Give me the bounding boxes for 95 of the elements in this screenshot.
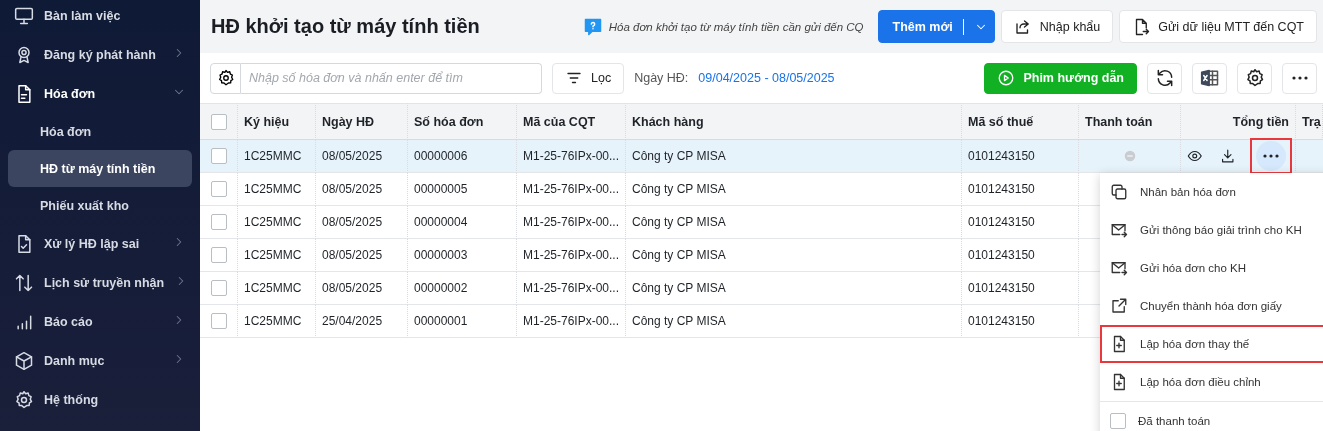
menu-item[interactable]: Chuyển thành hóa đơn giấy: [1100, 287, 1323, 325]
table-cell: M1-25-76IPx-00...: [523, 149, 620, 163]
table-cell: 00000004: [414, 215, 468, 229]
sidebar-item[interactable]: Hóa đơn: [8, 74, 192, 113]
more-icon: [1263, 154, 1279, 158]
table-cell: 1C25MMC: [244, 248, 302, 262]
settings-button[interactable]: [1237, 62, 1272, 94]
table-cell: M1-25-76IPx-00...: [523, 314, 620, 328]
refresh-button[interactable]: [1147, 62, 1182, 94]
page-title: HĐ khởi tạo từ máy tính tiền: [211, 15, 480, 38]
more-button[interactable]: [1282, 62, 1317, 94]
help-bubble-icon: [582, 16, 603, 37]
sidebar-item[interactable]: Danh mục: [8, 341, 192, 380]
table-cell: Công ty CP MISA: [632, 182, 726, 196]
table-cell: Công ty CP MISA: [632, 314, 726, 328]
send-data-button[interactable]: Gửi dữ liệu MTT đến CQT: [1119, 10, 1317, 43]
table-cell: 0101243150: [968, 215, 1035, 229]
menu-item[interactable]: Lập hóa đơn thay thế: [1100, 325, 1323, 363]
hint-text: Hóa đơn khởi tạo từ máy tính tiền cần gửi đến CQ: [608, 20, 864, 33]
table-cell: 08/05/2025: [322, 281, 383, 295]
sidebar-item[interactable]: Lịch sử truyền nhận: [8, 263, 192, 302]
checkbox[interactable]: [210, 247, 227, 263]
table-cell: 1C25MMC: [244, 281, 302, 295]
mail-icon: [1110, 259, 1128, 277]
menu-item[interactable]: Gửi thông báo giải trình cho KH: [1100, 211, 1323, 249]
table-cell: 00000003: [414, 248, 468, 262]
table-cell: M1-25-76IPx-00...: [523, 215, 620, 229]
settings-icon: [1244, 68, 1265, 88]
row-more-button[interactable]: [1252, 140, 1290, 172]
search-settings-button[interactable]: [210, 62, 241, 94]
table-cell: 1C25MMC: [244, 314, 302, 328]
table-cell: 0101243150: [968, 182, 1035, 196]
checkbox[interactable]: [210, 313, 227, 329]
table-cell: M1-25-76IPx-00...: [523, 248, 620, 262]
table-cell: M1-25-76IPx-00...: [523, 281, 620, 295]
table-cell: Công ty CP MISA: [632, 248, 726, 262]
table-cell: 00000002: [414, 281, 468, 295]
table-cell: 0101243150: [968, 248, 1035, 262]
table-row[interactable]: 1C25MMC 08/05/2025 00000006 M1-25-76IPx-00... Công ty CP MISA 0101243150: [200, 140, 1323, 173]
date-label: Ngày HĐ:: [634, 71, 689, 85]
copy-icon: [1110, 183, 1128, 201]
table-cell: 1C25MMC: [244, 149, 302, 163]
table-cell: 0101243150: [968, 281, 1035, 295]
menu-item[interactable]: Đã thanh toán: [1100, 401, 1323, 431]
checkbox[interactable]: [1110, 412, 1126, 429]
arrows-icon: [14, 272, 34, 293]
table-cell: Công ty CP MISA: [632, 281, 726, 295]
table-cell: 1C25MMC: [244, 215, 302, 229]
status-minus-icon: [1122, 149, 1137, 163]
date-range-link[interactable]: 09/04/2025 - 08/05/2025: [698, 71, 835, 85]
checkbox[interactable]: [210, 280, 227, 296]
sidebar-subitem[interactable]: Phiếu xuất kho: [8, 187, 192, 224]
search-field[interactable]: Nhập số hóa đơn và nhấn enter để tìm: [241, 62, 542, 94]
sidebar-subitem[interactable]: Hóa đơn: [8, 113, 192, 150]
settings-icon: [14, 389, 34, 410]
table-cell: 25/04/2025: [322, 314, 383, 328]
settings-icon: [216, 69, 235, 87]
table-cell: 1C25MMC: [244, 182, 302, 196]
spreadsheet-icon: [1199, 68, 1220, 88]
checkbox[interactable]: [210, 181, 227, 197]
table-cell: 00000005: [414, 182, 468, 196]
sidebar-item[interactable]: Xử lý HĐ lập sai: [8, 224, 192, 263]
share-icon: [1013, 17, 1032, 36]
filter-button[interactable]: Lọc: [552, 62, 625, 94]
import-button[interactable]: Nhập khẩu: [1000, 10, 1114, 43]
table-cell: 0101243150: [968, 314, 1035, 328]
table-cell: 08/05/2025: [322, 182, 383, 196]
sidebar-item[interactable]: Hệ thống: [8, 380, 192, 419]
table-cell: Công ty CP MISA: [632, 215, 726, 229]
more-icon: [1291, 76, 1308, 80]
add-new-button[interactable]: Thêm mới: [877, 10, 995, 43]
external-link-icon: [1110, 297, 1128, 315]
excel-button[interactable]: [1192, 62, 1227, 94]
sidebar-item[interactable]: Đăng ký phát hành: [8, 35, 192, 74]
table-cell: 08/05/2025: [322, 215, 383, 229]
checkbox[interactable]: [210, 148, 227, 164]
table-cell: 00000001: [414, 314, 468, 328]
table-cell: 08/05/2025: [322, 248, 383, 262]
cube-icon: [14, 350, 34, 371]
table-cell: Công ty CP MISA: [632, 149, 726, 163]
checkbox[interactable]: [210, 113, 227, 130]
sidebar-item[interactable]: Báo cáo: [8, 302, 192, 341]
sidebar-item[interactable]: Bàn làm việc: [8, 0, 192, 35]
play-icon: [997, 69, 1016, 87]
column-header[interactable]: Khách hàng: [632, 114, 704, 129]
table-cell: M1-25-76IPx-00...: [523, 182, 620, 196]
table-cell: 08/05/2025: [322, 149, 383, 163]
table-cell: 00000006: [414, 149, 468, 163]
table-cell: 0101243150: [968, 149, 1035, 163]
sidebar-subitem[interactable]: HĐ từ máy tính tiền: [8, 150, 192, 187]
menu-item[interactable]: Lập hóa đơn điều chỉnh: [1100, 363, 1323, 401]
mail-icon: [1110, 221, 1128, 239]
monitor-icon: [14, 5, 34, 26]
checkbox[interactable]: [210, 214, 227, 230]
menu-item[interactable]: Gửi hóa đơn cho KH: [1100, 249, 1323, 287]
